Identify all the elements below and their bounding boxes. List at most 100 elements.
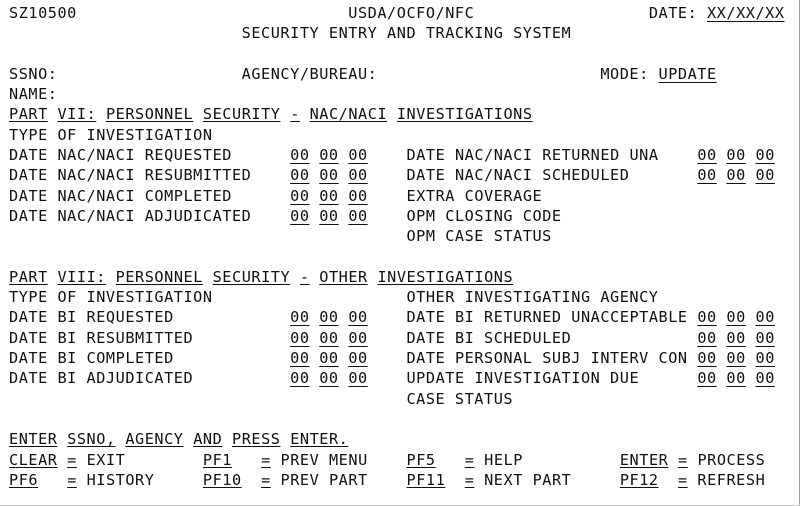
spacing <box>339 308 349 326</box>
part8-right-date-4-part-0[interactable]: 00 <box>697 369 716 387</box>
part8-right-date-2-part-0[interactable]: 00 <box>697 329 716 347</box>
spacing <box>271 471 281 489</box>
part8-title-word-3: SECURITY <box>212 267 291 286</box>
fkey-r2-equals-2: = <box>464 470 475 489</box>
fkey-r1-key-2[interactable]: PF5 <box>407 451 436 469</box>
fkey-r1-action-3: PROCESS <box>697 450 766 469</box>
spacing <box>688 471 698 489</box>
ssno-agency-mode-row: SSNO: AGENCY/BUREAU: MODE: UPDATE <box>9 64 785 84</box>
part8-row-0: TYPE OF INVESTIGATION OTHER INVESTIGATIN… <box>9 287 785 307</box>
part7-left-date-4-part-2[interactable]: 00 <box>348 207 367 225</box>
spacing <box>232 187 290 205</box>
spacing <box>38 471 67 489</box>
part8-right-date-1-part-1[interactable]: 00 <box>726 308 745 326</box>
spacing <box>222 430 232 448</box>
part8-row-5: CASE STATUS <box>9 389 785 409</box>
part7-left-date-4-part-1[interactable]: 00 <box>319 207 338 225</box>
mode-label: MODE: <box>600 64 649 83</box>
date-value[interactable]: XX/XX/XX <box>707 4 785 22</box>
part8-right-date-1-part-0[interactable]: 00 <box>697 308 716 326</box>
fkey-r1-key-0[interactable]: CLEAR <box>9 451 57 469</box>
name-label: NAME: <box>9 85 58 104</box>
blank-row <box>9 44 785 64</box>
part7-right-date-1-part-2[interactable]: 00 <box>756 146 775 164</box>
footer-prompt-word-5: ENTER. <box>290 430 349 449</box>
part8-row-4: DATE BI ADJUDICATED 00 00 00 UPDATE INVE… <box>9 368 785 388</box>
spacing <box>242 471 261 489</box>
part7-right-date-1-part-1[interactable]: 00 <box>726 146 745 164</box>
spacing <box>339 207 349 225</box>
part8-left-date-1-part-1[interactable]: 00 <box>319 308 338 326</box>
function-key-row-1: CLEAR = EXIT PF1 = PREV MENU PF5 = HELP … <box>9 450 785 470</box>
part8-left-date-4-part-0[interactable]: 00 <box>290 369 309 387</box>
org-name: USDA/OCFO/NFC <box>348 4 475 22</box>
part8-right-date-3-part-1[interactable]: 00 <box>726 349 745 367</box>
part7-left-date-3-part-1[interactable]: 00 <box>319 187 338 205</box>
part7-left-date-1-part-0[interactable]: 00 <box>290 146 309 164</box>
part8-left-date-3-part-0[interactable]: 00 <box>290 349 309 367</box>
part7-right-date-2-part-2[interactable]: 00 <box>756 166 775 184</box>
part8-left-date-1-part-0[interactable]: 00 <box>290 308 309 326</box>
spacing <box>193 369 290 387</box>
spacing <box>232 146 290 164</box>
part7-right-label-1: DATE NAC/NACI RETURNED UNA <box>406 146 659 165</box>
spacing <box>339 166 349 184</box>
fkey-r2-key-0[interactable]: PF6 <box>9 471 38 489</box>
part7-left-date-1-part-2[interactable]: 00 <box>348 146 367 164</box>
spacing <box>280 430 290 448</box>
part7-left-date-2-part-1[interactable]: 00 <box>319 166 338 184</box>
part8-left-date-3-part-1[interactable]: 00 <box>319 349 338 367</box>
spacing <box>184 430 194 448</box>
fkey-r2-action-0: HISTORY <box>86 470 155 489</box>
spacing <box>96 105 106 123</box>
part7-title-word-3: SECURITY <box>202 105 281 124</box>
part7-left-date-1-part-1[interactable]: 00 <box>319 146 338 164</box>
part7-left-label-0: TYPE OF INVESTIGATION <box>9 125 213 144</box>
part7-right-date-2-part-1[interactable]: 00 <box>726 166 745 184</box>
spacing <box>310 187 320 205</box>
spacing <box>368 166 407 184</box>
fkey-r2-key-1[interactable]: PF10 <box>203 471 242 489</box>
part7-left-date-2-part-2[interactable]: 00 <box>348 166 367 184</box>
part7-left-date-3-part-2[interactable]: 00 <box>348 187 367 205</box>
part8-left-date-2-part-0[interactable]: 00 <box>290 329 309 347</box>
spacing <box>368 187 407 205</box>
part8-right-date-2-part-1[interactable]: 00 <box>726 329 745 347</box>
part8-left-label-4: DATE BI ADJUDICATED <box>9 369 194 388</box>
fkey-r2-key-2[interactable]: PF11 <box>407 471 446 489</box>
part7-left-date-3-part-0[interactable]: 00 <box>290 187 309 205</box>
spacing <box>339 146 349 164</box>
part7-left-date-4-part-0[interactable]: 00 <box>290 207 309 225</box>
part8-right-label-2: DATE BI SCHEDULED <box>406 328 572 347</box>
part7-title-word-2: PERSONNEL <box>105 105 194 124</box>
part8-right-date-2-part-2[interactable]: 00 <box>756 329 775 347</box>
fkey-r2-key-3[interactable]: PF12 <box>620 471 659 489</box>
part8-right-date-3-part-0[interactable]: 00 <box>697 349 716 367</box>
spacing <box>116 430 126 448</box>
part7-row-4: DATE NAC/NACI ADJUDICATED 00 00 00 OPM C… <box>9 206 785 226</box>
spacing <box>106 268 116 286</box>
header-row-1: SZ10500 USDA/OCFO/NFC DATE: XX/XX/XX <box>9 3 785 23</box>
spacing <box>717 146 727 164</box>
part8-left-date-4-part-1[interactable]: 00 <box>319 369 338 387</box>
part8-right-date-1-part-2[interactable]: 00 <box>756 308 775 326</box>
part8-right-date-3-part-2[interactable]: 00 <box>756 349 775 367</box>
part7-left-date-2-part-0[interactable]: 00 <box>290 166 309 184</box>
mode-value[interactable]: UPDATE <box>659 65 717 83</box>
part7-right-date-2-part-0[interactable]: 00 <box>697 166 716 184</box>
part8-left-date-1-part-2[interactable]: 00 <box>348 308 367 326</box>
part8-left-date-2-part-2[interactable]: 00 <box>348 329 367 347</box>
part7-right-date-1-part-0[interactable]: 00 <box>697 146 716 164</box>
part8-left-date-3-part-2[interactable]: 00 <box>348 349 367 367</box>
spacing <box>368 268 378 286</box>
fkey-r1-key-1[interactable]: PF1 <box>203 451 232 469</box>
part8-left-date-2-part-1[interactable]: 00 <box>319 329 338 347</box>
part8-right-date-4-part-2[interactable]: 00 <box>756 369 775 387</box>
fkey-r1-equals-2: = <box>464 450 475 469</box>
part7-row-2: DATE NAC/NACI RESUBMITTED 00 00 00 DATE … <box>9 165 785 185</box>
name-row: NAME: <box>9 84 785 104</box>
part8-right-date-4-part-1[interactable]: 00 <box>726 369 745 387</box>
part8-left-date-4-part-2[interactable]: 00 <box>348 369 367 387</box>
fkey-r1-key-3[interactable]: ENTER <box>620 451 668 469</box>
part8-title-word-0: PART <box>9 267 48 286</box>
